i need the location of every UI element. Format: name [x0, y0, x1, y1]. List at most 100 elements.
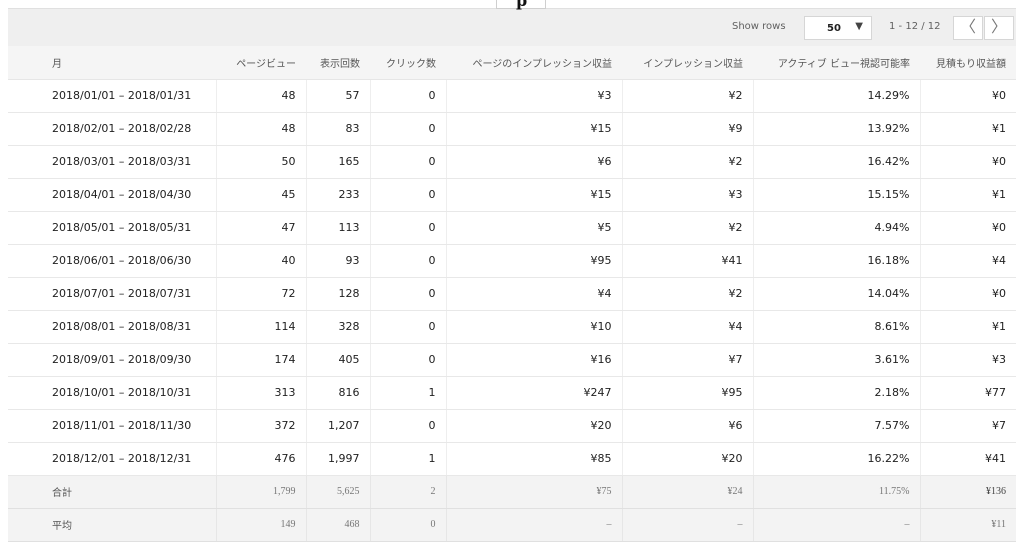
table-cell: 114 [216, 310, 307, 344]
table-cell: 328 [306, 310, 371, 344]
averages-cell: – [622, 508, 754, 542]
table-row: 2018/10/01 – 2018/10/31 313 816 1 ¥247 ¥95 2.1… [8, 376, 1016, 410]
table-cell: 40 [216, 244, 307, 278]
table-cell: ¥95 [446, 244, 623, 278]
table-row: 2018/07/01 – 2018/07/31 72 128 0 ¥4 ¥2 14.04% ¥… [8, 277, 1016, 311]
date-range-cell: 2018/01/01 – 2018/01/31 [8, 79, 217, 113]
table-cell: ¥0 [920, 145, 1016, 179]
table-cell: ¥15 [446, 178, 623, 212]
table-cell: 233 [306, 178, 371, 212]
totals-cell: ¥75 [446, 475, 623, 509]
table-row: 2018/04/01 – 2018/04/30 45 233 0 ¥15 ¥3 15.15%… [8, 178, 1016, 212]
table-cell: 8.61% [753, 310, 921, 344]
table-cell: 0 [370, 343, 447, 377]
date-range-cell: 2018/02/01 – 2018/02/28 [8, 112, 217, 146]
averages-cell: 0 [370, 508, 447, 542]
table-cell: 16.22% [753, 442, 921, 476]
date-range-cell: 2018/08/01 – 2018/08/31 [8, 310, 217, 344]
table-cell: ¥1 [920, 310, 1016, 344]
table-cell: 165 [306, 145, 371, 179]
chevron-down-icon: ▼ [855, 21, 863, 32]
table-cell: ¥20 [622, 442, 754, 476]
table-cell: ¥85 [446, 442, 623, 476]
table-cell: 48 [216, 112, 307, 146]
report-panel: p Show rows 50 ▼ 1 - 12 / 12 〈 〉 月ページビュー… [8, 0, 1016, 548]
table-cell: 1,997 [306, 442, 371, 476]
column-header[interactable]: ページのインプレッション収益 [446, 46, 622, 80]
table-cell: 113 [306, 211, 371, 245]
table-cell: ¥0 [920, 277, 1016, 311]
column-header[interactable]: アクティブ ビュー視認可能率 [753, 46, 920, 80]
table-cell: 7.57% [753, 409, 921, 443]
column-header[interactable]: ページビュー [216, 46, 306, 80]
table-cell: ¥4 [622, 310, 754, 344]
table-row: 2018/05/01 – 2018/05/31 47 113 0 ¥5 ¥2 4.94% ¥0 [8, 211, 1016, 245]
table-cell: ¥7 [622, 343, 754, 377]
table-cell: 15.15% [753, 178, 921, 212]
table-cell: 0 [370, 178, 447, 212]
table-cell: 14.29% [753, 79, 921, 113]
table-cell: 0 [370, 277, 447, 311]
totals-cell: 2 [370, 475, 447, 509]
table-cell: ¥4 [446, 277, 623, 311]
chevron-left-icon: 〈 [959, 17, 976, 36]
table-cell: ¥0 [920, 211, 1016, 245]
table-cell: 0 [370, 112, 447, 146]
table-toolbar: Show rows 50 ▼ 1 - 12 / 12 〈 〉 [8, 8, 1016, 47]
table-footer: 合計 1,799 5,625 2 ¥75 ¥24 11.75% ¥136 平均 149 468 0–… [8, 475, 1016, 542]
table-cell: 0 [370, 145, 447, 179]
column-header[interactable]: 見積もり収益額 [920, 46, 1016, 80]
table-row: 2018/12/01 – 2018/12/31 476 1,997 1 ¥85 ¥20 16… [8, 442, 1016, 476]
table-cell: 0 [370, 310, 447, 344]
table-row: 2018/02/01 – 2018/02/28 48 83 0 ¥15 ¥9 13.92% ¥… [8, 112, 1016, 146]
tab-indicator[interactable]: p [496, 0, 546, 10]
column-header[interactable]: インプレッション収益 [622, 46, 753, 80]
table-cell: 2.18% [753, 376, 921, 410]
column-header[interactable]: 表示回数 [306, 46, 370, 80]
table-cell: 0 [370, 244, 447, 278]
pagination-range: 1 - 12 / 12 [889, 21, 941, 32]
averages-cell: 468 [306, 508, 371, 542]
rows-per-page-value: 50 [827, 23, 841, 34]
table-cell: ¥2 [622, 79, 754, 113]
previous-page-button[interactable]: 〈 [953, 16, 983, 40]
rows-per-page-select[interactable]: 50 ▼ [804, 16, 872, 40]
table-cell: ¥3 [446, 79, 623, 113]
table-cell: 0 [370, 79, 447, 113]
totals-cell: 1,799 [216, 475, 307, 509]
table-cell: 47 [216, 211, 307, 245]
totals-cell: 5,625 [306, 475, 371, 509]
table-row: 2018/11/01 – 2018/11/30 372 1,207 0 ¥20 ¥6 7.5… [8, 409, 1016, 443]
table-cell: 1 [370, 376, 447, 410]
averages-cell: – [753, 508, 921, 542]
table-cell: ¥2 [622, 277, 754, 311]
table-body: 2018/01/01 – 2018/01/31 48 57 0 ¥3 ¥2 14.29% ¥0… [8, 79, 1016, 476]
table-cell: ¥1 [920, 178, 1016, 212]
table-cell: 372 [216, 409, 307, 443]
table-cell: 48 [216, 79, 307, 113]
column-header[interactable]: 月 [8, 46, 216, 80]
table-cell: ¥77 [920, 376, 1016, 410]
averages-cell: 149 [216, 508, 307, 542]
column-header[interactable]: クリック数 [370, 46, 446, 80]
date-range-cell: 2018/07/01 – 2018/07/31 [8, 277, 217, 311]
table-cell: ¥3 [622, 178, 754, 212]
averages-row: 平均 149 468 0– – – ¥11 [8, 508, 1016, 542]
table-cell: 45 [216, 178, 307, 212]
averages-cell: ¥11 [920, 508, 1016, 542]
header-row: 月ページビュー 表示回数 クリック数 ページのインプレッション収益 インプレッション収益… [8, 46, 1016, 80]
table-row: 2018/06/01 – 2018/06/30 40 93 0 ¥95 ¥41 16.18%… [8, 244, 1016, 278]
table-cell: ¥3 [920, 343, 1016, 377]
next-page-button[interactable]: 〉 [984, 16, 1014, 40]
table-cell: ¥10 [446, 310, 623, 344]
table-cell: 476 [216, 442, 307, 476]
table-cell: 405 [306, 343, 371, 377]
table-cell: ¥15 [446, 112, 623, 146]
table-cell: 72 [216, 277, 307, 311]
date-range-cell: 2018/11/01 – 2018/11/30 [8, 409, 217, 443]
table-row: 2018/08/01 – 2018/08/31 114 328 0 ¥10 ¥4 8.61%… [8, 310, 1016, 344]
table-cell: ¥20 [446, 409, 623, 443]
date-range-cell: 2018/04/01 – 2018/04/30 [8, 178, 217, 212]
table-cell: ¥41 [920, 442, 1016, 476]
table-cell: ¥2 [622, 145, 754, 179]
